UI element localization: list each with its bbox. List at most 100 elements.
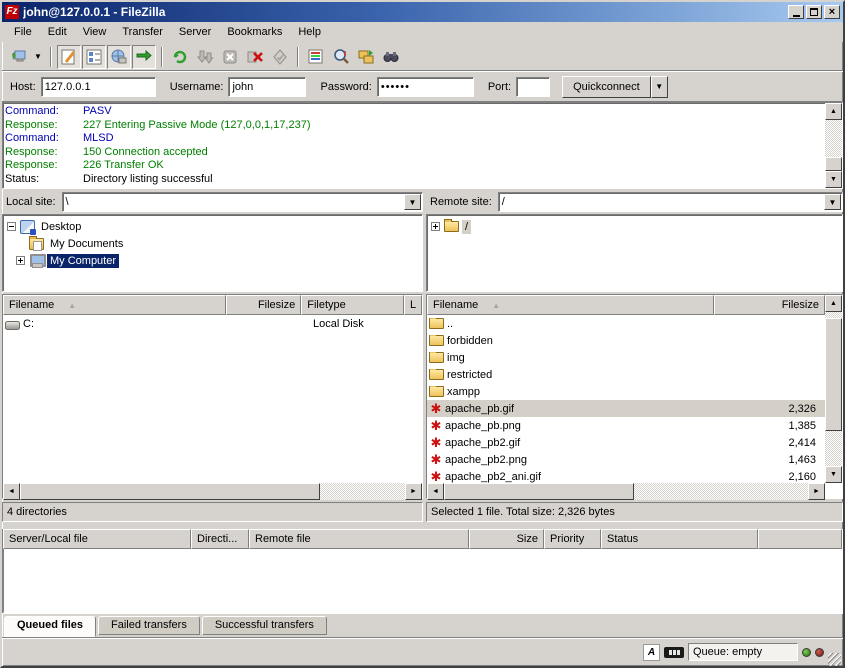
tree-item-desktop[interactable]: Desktop	[7, 218, 420, 235]
queue-column-empty	[758, 529, 842, 549]
remote-file-row[interactable]: restricted	[427, 366, 825, 383]
remote-column-filesize[interactable]: Filesize	[714, 295, 825, 315]
remote-horizontal-scrollbar[interactable]: ◄ ►	[427, 483, 825, 500]
tab-failed-transfers[interactable]: Failed transfers	[98, 616, 200, 635]
remote-file-row[interactable]: ✱apache_pb2.png 1,463	[427, 451, 825, 468]
minimize-button[interactable]	[788, 5, 804, 19]
toggle-remote-tree-button[interactable]	[107, 45, 131, 69]
remote-column-filename[interactable]: Filename ▲	[427, 295, 714, 315]
scroll-down-button[interactable]: ▼	[825, 466, 842, 483]
scrollbar-thumb[interactable]	[825, 318, 842, 431]
local-column-filename[interactable]: Filename ▲	[3, 295, 226, 315]
local-horizontal-scrollbar[interactable]: ◄ ►	[3, 483, 422, 500]
queue-column-remote-file[interactable]: Remote file	[249, 529, 469, 549]
menu-edit[interactable]: Edit	[40, 24, 75, 40]
remote-file-row-selected[interactable]: ✱apache_pb.gif 2,326	[427, 400, 825, 417]
disconnect-button[interactable]	[243, 45, 267, 69]
cancel-operation-button[interactable]	[218, 45, 242, 69]
scrollbar-thumb[interactable]	[20, 483, 320, 500]
remote-file-row[interactable]: forbidden	[427, 332, 825, 349]
password-label: Password:	[320, 81, 371, 93]
remote-file-row[interactable]: ✱apache_pb2_ani.gif 2,160	[427, 468, 825, 483]
scroll-up-button[interactable]: ▲	[825, 295, 842, 312]
close-button[interactable]: ×	[824, 5, 840, 19]
menu-transfer[interactable]: Transfer	[114, 24, 171, 40]
remote-vertical-scrollbar[interactable]: ▲ ▼	[825, 295, 842, 483]
menu-view[interactable]: View	[75, 24, 115, 40]
menu-help[interactable]: Help	[290, 24, 329, 40]
host-input[interactable]	[41, 77, 156, 97]
toggle-message-log-button[interactable]	[57, 45, 81, 69]
scroll-up-button[interactable]: ▲	[825, 103, 842, 120]
quickconnect-dropdown-button[interactable]: ▼	[651, 76, 668, 98]
log-line-label: Response:	[5, 119, 83, 133]
local-column-last-modified[interactable]: L	[404, 295, 422, 315]
local-column-filesize[interactable]: Filesize	[226, 295, 301, 315]
tree-item-my-computer[interactable]: My Computer	[7, 252, 420, 269]
maximize-button[interactable]	[806, 5, 822, 19]
password-input[interactable]	[377, 77, 474, 97]
local-site-combo[interactable]: \ ▼	[62, 192, 423, 212]
queue-column-server-local-file[interactable]: Server/Local file	[3, 529, 191, 549]
local-file-row[interactable]: C: Local Disk	[3, 315, 422, 332]
remote-site-value: /	[499, 196, 824, 208]
toggle-local-tree-button[interactable]	[82, 45, 106, 69]
site-manager-dropdown-button[interactable]: ▼	[31, 45, 45, 69]
directory-comparison-icon	[332, 48, 350, 66]
encryption-indicator-icon[interactable]	[664, 647, 684, 658]
arrow-down-icon: ▼	[830, 176, 837, 183]
menu-server[interactable]: Server	[171, 24, 219, 40]
collapse-expander-icon[interactable]	[7, 222, 16, 231]
refresh-button[interactable]	[168, 45, 192, 69]
local-site-dropdown-button[interactable]: ▼	[404, 194, 421, 210]
reconnect-button[interactable]	[268, 45, 292, 69]
scrollbar-thumb[interactable]	[825, 157, 842, 171]
remote-file-row[interactable]: img	[427, 349, 825, 366]
cancel-operation-icon	[221, 48, 239, 66]
my-documents-icon	[29, 238, 44, 250]
resize-grip[interactable]	[828, 653, 841, 666]
queue-column-status[interactable]: Status	[601, 529, 758, 549]
synchronized-browsing-button[interactable]	[354, 45, 378, 69]
site-manager-button[interactable]	[6, 45, 30, 69]
queue-column-direction[interactable]: Directi...	[191, 529, 249, 549]
menu-file[interactable]: File	[6, 24, 40, 40]
queue-list-body[interactable]	[3, 549, 842, 613]
scroll-left-button[interactable]: ◄	[427, 483, 444, 500]
tab-queued-files[interactable]: Queued files	[4, 616, 96, 637]
find-files-button[interactable]	[379, 45, 403, 69]
directory-comparison-button[interactable]	[329, 45, 353, 69]
menu-bookmarks[interactable]: Bookmarks	[219, 24, 290, 40]
queue-column-size[interactable]: Size	[469, 529, 544, 549]
expand-expander-icon[interactable]	[16, 256, 25, 265]
local-column-filetype[interactable]: Filetype	[301, 295, 404, 315]
log-vertical-scrollbar[interactable]: ▲ ▼	[825, 103, 842, 188]
remote-site-combo[interactable]: / ▼	[498, 192, 843, 212]
expand-expander-icon[interactable]	[431, 222, 440, 231]
remote-pane: Remote site: / ▼ / Filename ▲	[426, 191, 843, 524]
quickconnect-button[interactable]: Quickconnect	[562, 76, 651, 98]
folder-icon	[429, 335, 444, 346]
tree-item-root[interactable]: /	[431, 218, 840, 235]
my-computer-icon	[29, 254, 44, 268]
remote-file-row[interactable]: ..	[427, 315, 825, 332]
data-type-ascii-icon[interactable]: A	[643, 644, 660, 661]
filter-button[interactable]	[304, 45, 328, 69]
scroll-down-button[interactable]: ▼	[825, 171, 842, 188]
scroll-right-button[interactable]: ►	[405, 483, 422, 500]
username-input[interactable]	[228, 77, 306, 97]
remote-file-row[interactable]: ✱apache_pb.png 1,385	[427, 417, 825, 434]
port-input[interactable]	[516, 77, 550, 97]
queue-column-priority[interactable]: Priority	[544, 529, 601, 549]
scroll-right-button[interactable]: ►	[808, 483, 825, 500]
site-manager-icon	[9, 48, 27, 66]
process-queue-button[interactable]	[193, 45, 217, 69]
remote-file-row[interactable]: xampp	[427, 383, 825, 400]
scroll-left-button[interactable]: ◄	[3, 483, 20, 500]
scrollbar-thumb[interactable]	[444, 483, 634, 500]
remote-site-dropdown-button[interactable]: ▼	[824, 194, 841, 210]
remote-file-row[interactable]: ✱apache_pb2.gif 2,414	[427, 434, 825, 451]
tree-item-my-documents[interactable]: My Documents	[7, 235, 420, 252]
toggle-transfer-queue-button[interactable]	[132, 45, 156, 69]
tab-successful-transfers[interactable]: Successful transfers	[202, 616, 327, 635]
